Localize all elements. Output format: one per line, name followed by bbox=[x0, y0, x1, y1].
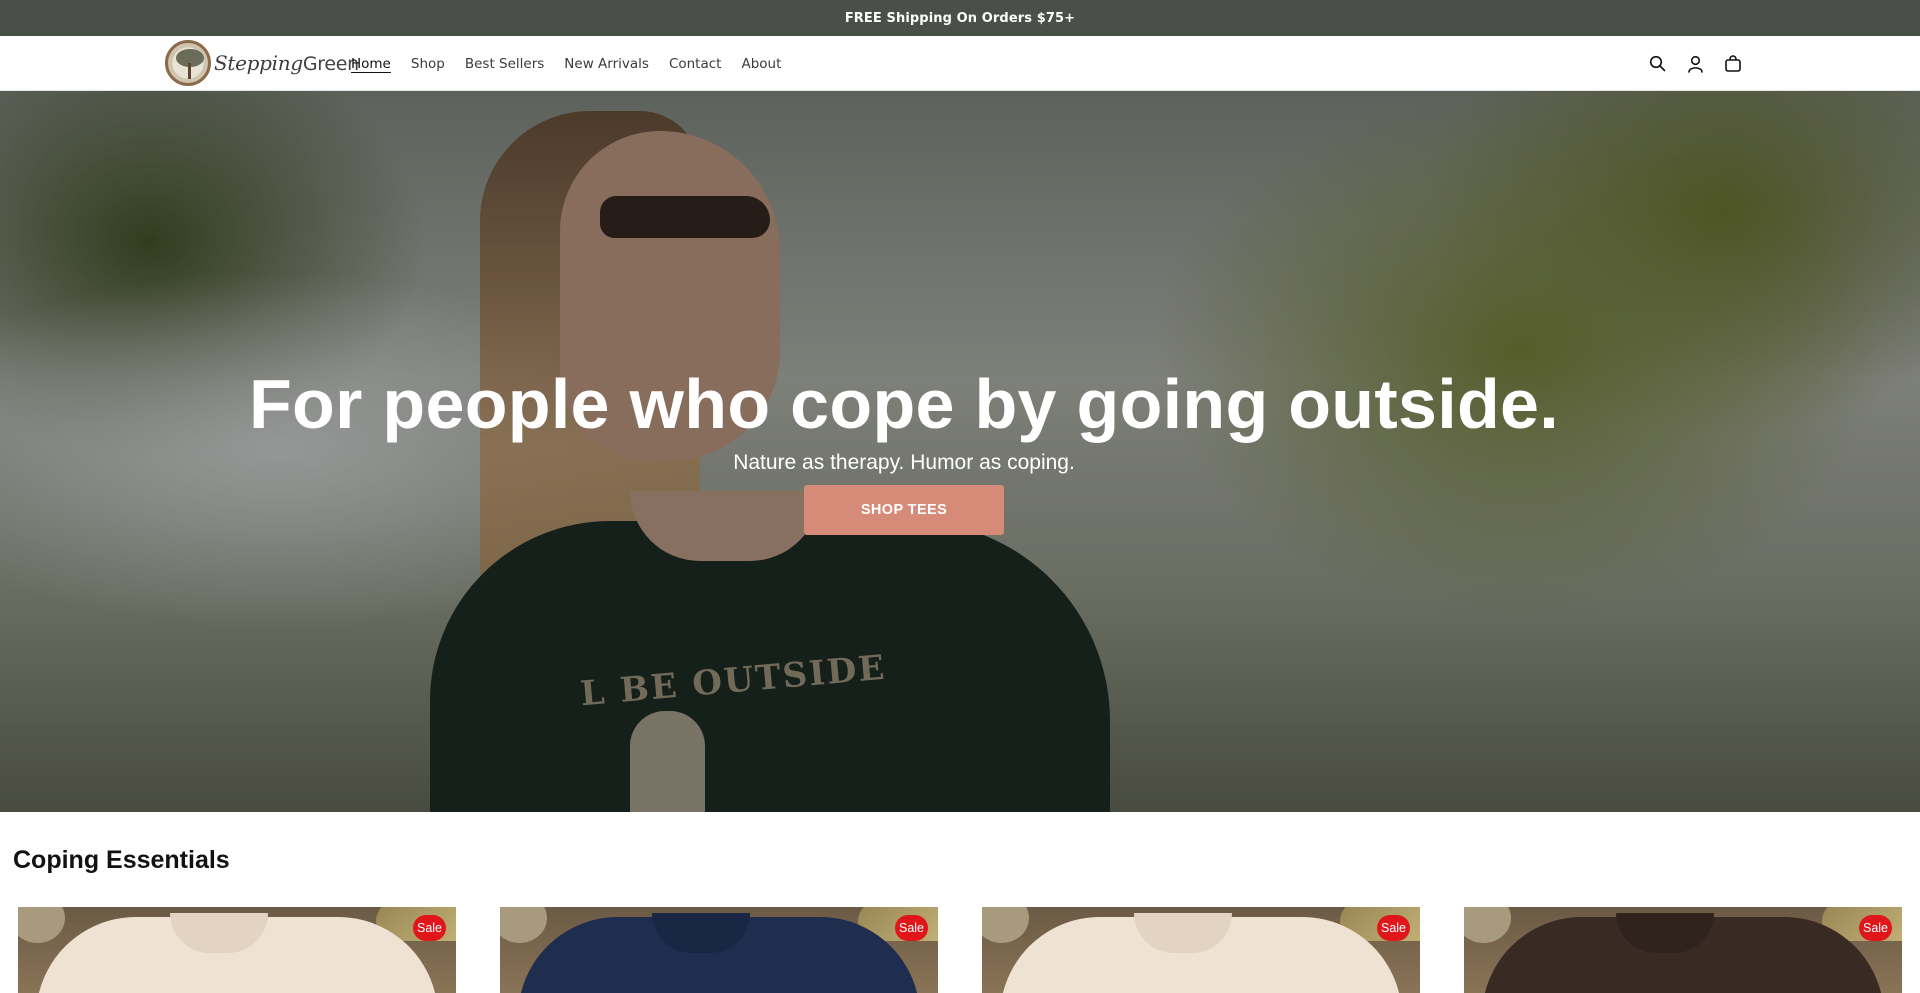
main-nav: Home Shop Best Sellers New Arrivals Cont… bbox=[351, 36, 801, 91]
product-card[interactable]: Sale bbox=[1464, 907, 1902, 993]
sale-badge: Sale bbox=[895, 915, 928, 941]
shop-tees-button[interactable]: SHOP TEES bbox=[804, 485, 1004, 535]
nav-contact[interactable]: Contact bbox=[669, 55, 722, 73]
sale-badge: Sale bbox=[1859, 915, 1892, 941]
product-grid: Sale Sale Sale Sale bbox=[18, 907, 1902, 993]
hero-subtitle: Nature as therapy. Humor as coping. bbox=[733, 451, 1075, 474]
cart-icon[interactable] bbox=[1723, 54, 1743, 74]
nav-home[interactable]: Home bbox=[351, 55, 391, 73]
site-header: SteppingGreen Home Shop Best Sellers New… bbox=[0, 36, 1920, 91]
logo-tree-icon bbox=[165, 40, 211, 86]
nav-shop[interactable]: Shop bbox=[411, 55, 445, 73]
logo[interactable]: SteppingGreen bbox=[165, 39, 359, 87]
product-card[interactable]: Sale bbox=[500, 907, 938, 993]
product-card[interactable]: Sale bbox=[18, 907, 456, 993]
announcement-text: FREE Shipping On Orders $75+ bbox=[844, 10, 1076, 26]
collection-title: Coping Essentials bbox=[13, 846, 230, 874]
header-icons bbox=[1647, 36, 1743, 91]
nav-new-arrivals[interactable]: New Arrivals bbox=[564, 55, 649, 73]
nav-about[interactable]: About bbox=[741, 55, 781, 73]
hero-banner: L BE OUTSIDE For people who cope by goin… bbox=[0, 91, 1920, 812]
search-icon[interactable] bbox=[1647, 54, 1667, 74]
sale-badge: Sale bbox=[413, 915, 446, 941]
nav-best-sellers[interactable]: Best Sellers bbox=[465, 55, 544, 73]
logo-text: SteppingGreen bbox=[214, 51, 359, 75]
announcement-bar: FREE Shipping On Orders $75+ bbox=[0, 0, 1920, 36]
account-icon[interactable] bbox=[1685, 54, 1705, 74]
sale-badge: Sale bbox=[1377, 915, 1410, 941]
product-card[interactable]: Sale bbox=[982, 907, 1420, 993]
hero-content: For people who cope by going outside. Na… bbox=[0, 91, 1920, 812]
hero-title: For people who cope by going outside. bbox=[249, 365, 1559, 443]
